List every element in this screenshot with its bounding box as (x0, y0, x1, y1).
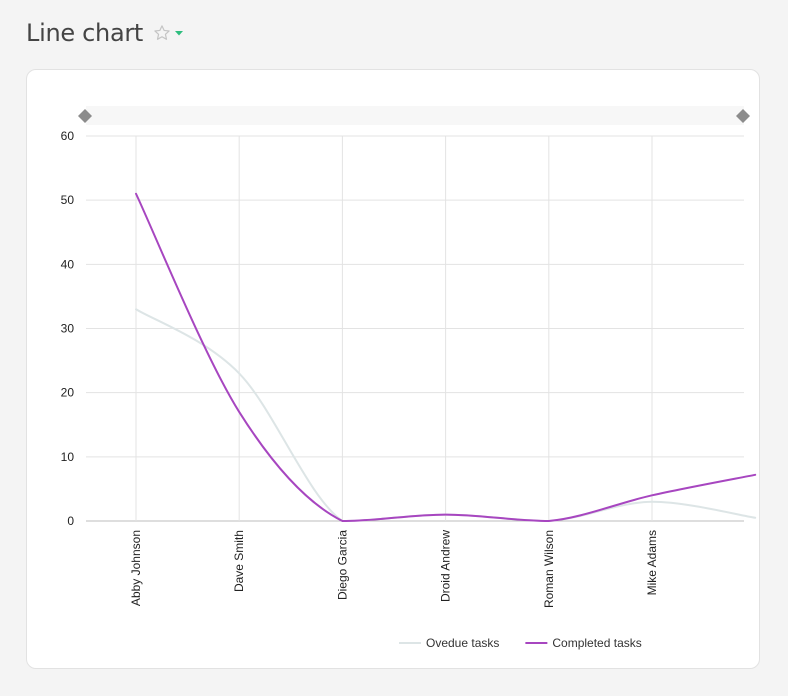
x-tick-label: Roman Wilson (542, 530, 556, 608)
x-tick-label: Mike Adams (645, 530, 659, 595)
y-tick-label: 10 (61, 450, 75, 464)
x-tick-label: Dave Smith (232, 530, 246, 592)
range-slider-track[interactable] (86, 106, 744, 125)
x-tick-label: Droid Andrew (439, 530, 453, 602)
legend-label[interactable]: Ovedue tasks (426, 636, 499, 650)
caret-down-icon[interactable] (174, 28, 184, 38)
x-tick-label: Abby Johnson (129, 530, 143, 606)
star-outline-icon[interactable] (153, 24, 171, 42)
y-tick-label: 60 (61, 129, 75, 143)
page-title: Line chart (26, 19, 144, 47)
y-tick-label: 20 (61, 386, 75, 400)
chart-card: 0 10 20 30 40 50 60 Abby Johnson Dave Smith Diego… (26, 69, 760, 669)
y-tick-label: 30 (61, 322, 75, 336)
x-tick-label: Diego Garcia (335, 530, 349, 600)
y-tick-label: 50 (61, 193, 75, 207)
y-tick-label: 0 (67, 514, 74, 528)
legend-label[interactable]: Completed tasks (552, 636, 641, 650)
page-header: Line chart (26, 16, 184, 50)
line-chart: 0 10 20 30 40 50 60 Abby Johnson Dave Smith Diego… (61, 106, 757, 650)
y-tick-label: 40 (61, 257, 75, 271)
